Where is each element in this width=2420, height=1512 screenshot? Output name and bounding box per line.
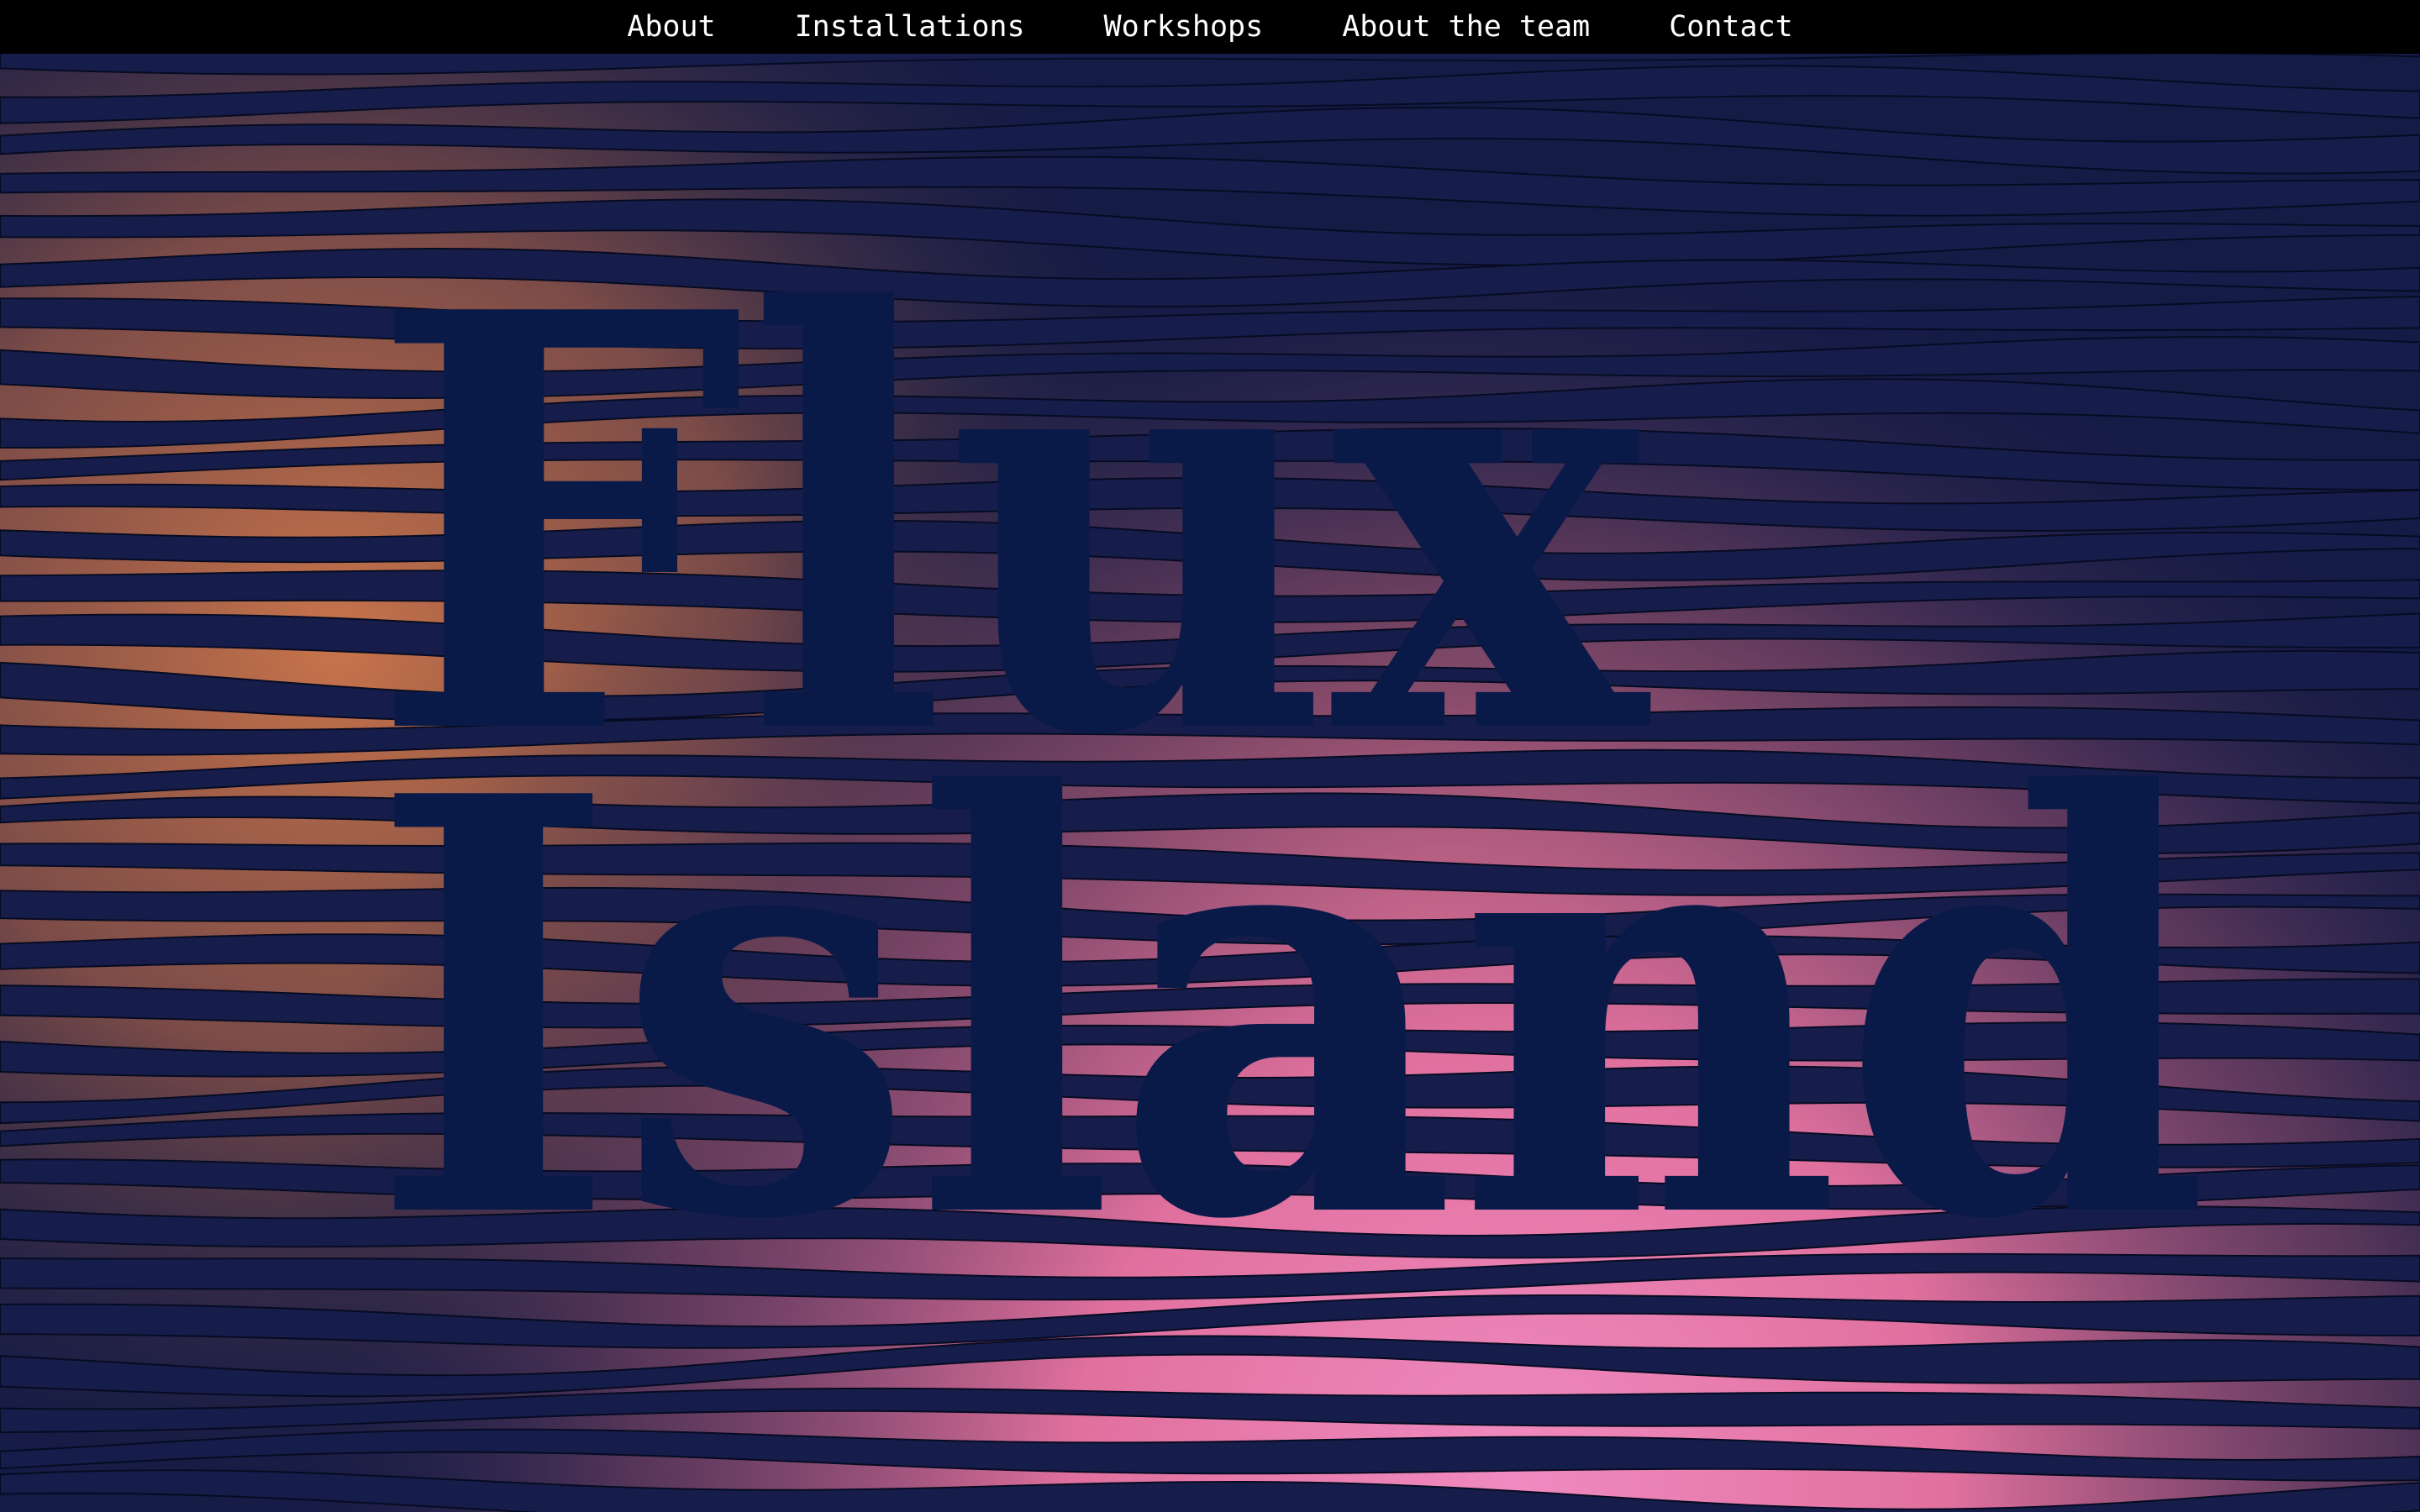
- hero-title-line-2: Island: [370, 675, 2210, 1345]
- nav-link-about-the-team[interactable]: About the team: [1342, 10, 1590, 44]
- nav-link-about[interactable]: About: [627, 10, 715, 44]
- nav-link-installations[interactable]: Installations: [795, 10, 1025, 44]
- hero-section: Flux Island: [0, 54, 2420, 1512]
- top-navigation: About Installations Workshops About the …: [0, 0, 2420, 54]
- nav-link-contact[interactable]: Contact: [1669, 10, 1793, 44]
- nav-link-workshops[interactable]: Workshops: [1104, 10, 1264, 44]
- hero-artwork: Flux Island: [0, 54, 2420, 1512]
